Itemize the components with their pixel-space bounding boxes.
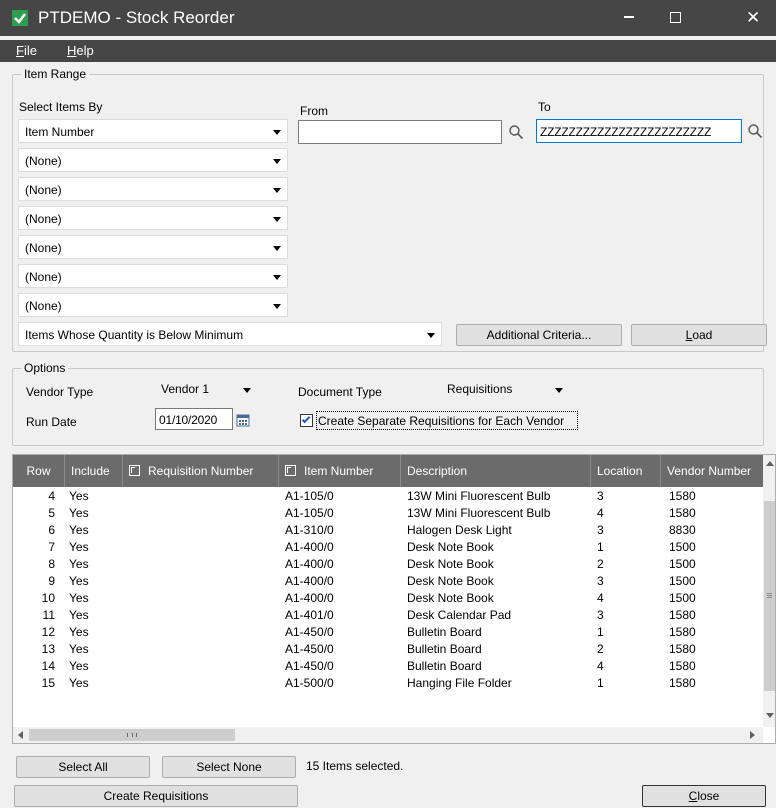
to-label: To [538,100,551,114]
maximize-icon [670,12,681,23]
load-button[interactable]: Load [631,324,767,346]
select-by-combo-4[interactable]: (None) [18,206,288,230]
grid-header: Row Include Requisition Number Item Numb… [13,455,763,487]
table-row[interactable]: 7 Yes A1-400/0 Desk Note Book 1 1500 [13,539,763,556]
lookup-icon [129,465,140,476]
chevron-down-icon [427,333,435,338]
scroll-up-icon[interactable] [766,461,774,466]
select-items-by-label: Select Items By [19,100,103,114]
horizontal-scrollbar[interactable] [13,727,763,743]
column-header-vendor-number[interactable]: Vendor Number [661,455,763,487]
separate-requisitions-label[interactable]: Create Separate Requisitions for Each Ve… [318,414,564,428]
calendar-icon[interactable] [236,413,250,427]
table-row[interactable]: 15 Yes A1-500/0 Hanging File Folder 1 15… [13,675,763,692]
select-by-combo-7[interactable]: (None) [18,293,288,317]
stock-reorder-window: PTDEMO - Stock Reorder ✕ File Help Item … [0,0,776,808]
select-by-combo-6[interactable]: (None) [18,264,288,288]
select-all-button[interactable]: Select All [16,756,150,778]
vendor-type-combo[interactable]: Vendor 1 [154,378,258,400]
column-header-location[interactable]: Location [591,455,661,487]
maximize-button[interactable] [652,0,698,36]
table-row[interactable]: 4 Yes A1-105/0 13W Mini Fluorescent Bulb… [13,488,763,505]
chevron-down-icon [273,217,281,222]
grid-body: 4 Yes A1-105/0 13W Mini Fluorescent Bulb… [13,487,763,727]
run-date-label: Run Date [26,415,77,429]
document-type-combo[interactable]: Requisitions [440,378,570,400]
scroll-right-icon[interactable] [750,731,755,739]
vertical-scroll-thumb[interactable] [764,501,775,691]
menu-file[interactable]: File [16,43,37,59]
from-label: From [300,104,328,118]
title-bar[interactable]: PTDEMO - Stock Reorder ✕ [0,0,776,36]
column-header-item-number[interactable]: Item Number [279,455,401,487]
table-row[interactable]: 5 Yes A1-105/0 13W Mini Fluorescent Bulb… [13,505,763,522]
requisition-grid[interactable]: Row Include Requisition Number Item Numb… [12,454,776,744]
chevron-down-icon [555,388,563,393]
table-row[interactable]: 8 Yes A1-400/0 Desk Note Book 2 1500 [13,556,763,573]
select-by-combo-3[interactable]: (None) [18,177,288,201]
table-row[interactable]: 10 Yes A1-400/0 Desk Note Book 4 1500 [13,590,763,607]
chevron-down-icon [273,159,281,164]
from-input[interactable] [298,120,502,144]
chevron-down-icon [243,388,251,393]
create-requisitions-button[interactable]: Create Requisitions [14,785,298,807]
table-row[interactable]: 11 Yes A1-401/0 Desk Calendar Pad 3 1580 [13,607,763,624]
close-icon: ✕ [746,8,761,27]
items-selected-status: 15 Items selected. [306,759,404,773]
to-search-icon[interactable] [747,123,763,139]
vertical-scrollbar[interactable] [763,455,775,727]
item-range-legend: Item Range [21,67,90,81]
table-row[interactable]: 13 Yes A1-450/0 Bulletin Board 2 1580 [13,641,763,658]
column-header-include[interactable]: Include [65,455,123,487]
column-header-row[interactable]: Row [13,455,65,487]
scroll-down-icon[interactable] [766,713,774,718]
criteria-combo[interactable]: Items Whose Quantity is Below Minimum [18,322,442,346]
select-by-combo-5[interactable]: (None) [18,235,288,259]
window-title: PTDEMO - Stock Reorder [38,8,235,27]
options-legend: Options [21,361,69,375]
run-date-input[interactable]: 01/10/2020 [155,408,233,430]
chevron-down-icon [273,304,281,309]
vendor-type-label: Vendor Type [26,385,94,399]
to-input[interactable]: ZZZZZZZZZZZZZZZZZZZZZZZZ [536,119,742,143]
grip-line [767,597,772,598]
column-header-description[interactable]: Description [401,455,591,487]
column-header-requisition-number[interactable]: Requisition Number [123,455,279,487]
grip-icon [127,733,137,737]
table-row[interactable]: 14 Yes A1-450/0 Bulletin Board 4 1580 [13,658,763,675]
select-by-combo-1[interactable]: Item Number [18,119,288,143]
minimize-icon [624,16,634,18]
chevron-down-icon [273,246,281,251]
select-none-button[interactable]: Select None [162,756,296,778]
green-check-icon [12,10,28,26]
from-search-icon[interactable] [508,124,524,140]
lookup-icon [285,465,296,476]
document-type-label: Document Type [298,385,382,399]
table-row[interactable]: 12 Yes A1-450/0 Bulletin Board 1 1580 [13,624,763,641]
grip-line [767,595,772,596]
scroll-left-icon[interactable] [18,731,23,739]
separate-requisitions-checkbox[interactable] [300,414,313,427]
chevron-down-icon [273,188,281,193]
minimize-button[interactable] [606,0,652,36]
close-window-button[interactable]: ✕ [730,0,776,36]
table-row[interactable]: 9 Yes A1-400/0 Desk Note Book 3 1500 [13,573,763,590]
table-row[interactable]: 6 Yes A1-310/0 Halogen Desk Light 3 8830 [13,522,763,539]
close-button[interactable]: Close [642,785,766,807]
options-group: Options [12,361,764,446]
select-by-combo-2[interactable]: (None) [18,148,288,172]
chevron-down-icon [273,130,281,135]
chevron-down-icon [273,275,281,280]
additional-criteria-button[interactable]: Additional Criteria... [456,324,622,346]
horizontal-scroll-thumb[interactable] [29,729,235,741]
grip-line [767,593,772,594]
menu-bar: File Help [0,40,776,62]
checkmark-icon [301,414,311,424]
menu-help[interactable]: Help [67,43,94,59]
